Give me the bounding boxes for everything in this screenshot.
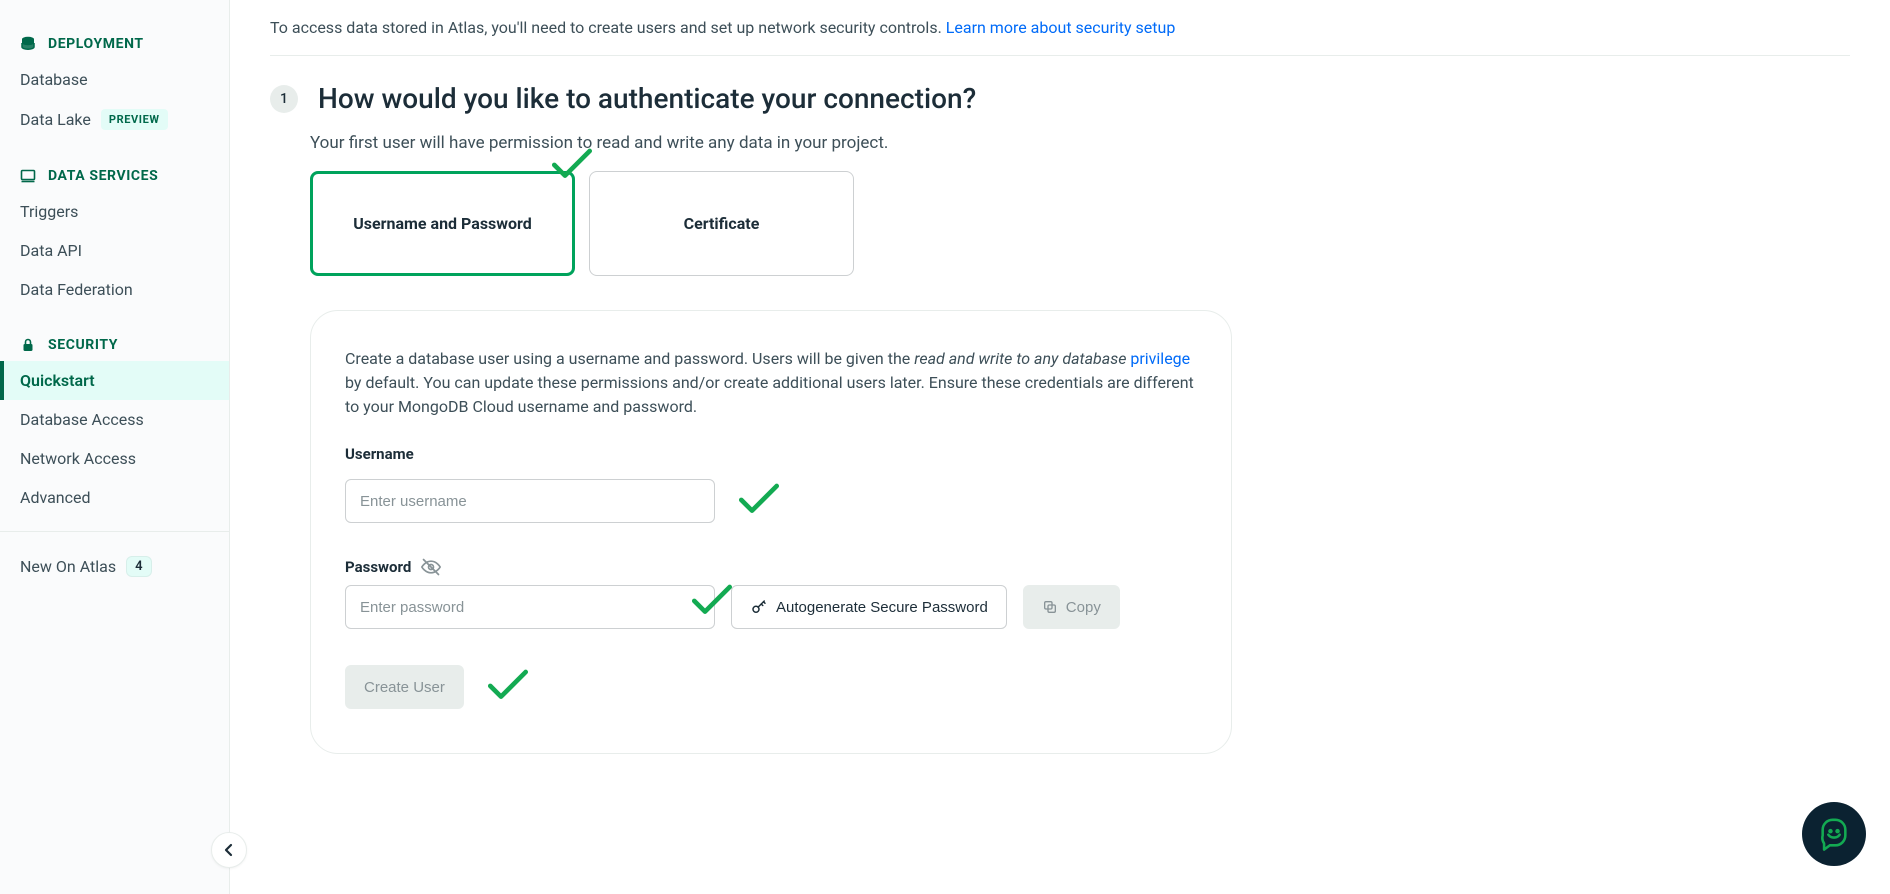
lock-icon [20,337,36,353]
nav-label: Data Federation [20,280,133,299]
chat-button[interactable] [1802,802,1866,866]
auth-option-certificate[interactable]: Certificate [589,171,854,276]
chevron-left-icon [221,842,237,858]
sidebar-item-quickstart[interactable]: Quickstart [0,361,229,400]
form-intro: Create a database user using a username … [345,347,1197,419]
auth-option-label: Username and Password [353,214,532,233]
auth-option-username-password[interactable]: Username and Password [310,171,575,276]
key-icon [750,598,768,616]
database-icon [20,36,36,52]
step-subtitle: Your first user will have permission to … [310,133,1850,153]
create-user-card: Create a database user using a username … [310,310,1232,754]
sidebar-item-triggers[interactable]: Triggers [0,192,229,231]
form-intro-part1: Create a database user using a username … [345,349,914,368]
sidebar-item-advanced[interactable]: Advanced [0,478,229,517]
privilege-link[interactable]: privilege [1130,349,1190,368]
section-label: DEPLOYMENT [48,36,144,52]
step-number: 1 [270,85,298,113]
autogenerate-label: Autogenerate Secure Password [776,599,988,616]
intro-text: To access data stored in Atlas, you'll n… [270,0,1850,56]
checkmark-icon [731,471,787,531]
sidebar-item-data-api[interactable]: Data API [0,231,229,270]
create-user-label: Create User [364,679,445,696]
step-title: How would you like to authenticate your … [318,82,976,115]
screen-icon [20,168,36,184]
nav-label: Database Access [20,410,144,429]
form-intro-part2: by default. You can update these permiss… [345,373,1194,416]
nav-label: Data API [20,241,82,260]
count-badge: 4 [126,556,151,577]
sidebar-item-new-on-atlas[interactable]: New On Atlas 4 [0,546,229,587]
sidebar-section-deployment: DEPLOYMENT [0,28,229,60]
intro-body: To access data stored in Atlas, you'll n… [270,18,946,37]
username-label: Username [345,445,1197,463]
chat-icon [1817,817,1851,851]
sidebar-item-data-lake[interactable]: Data Lake PREVIEW [0,99,229,140]
sidebar-section-data-services: DATA SERVICES [0,160,229,192]
form-intro-italic: read and write to any database [914,349,1130,368]
copy-icon [1042,599,1058,615]
preview-badge: PREVIEW [101,109,168,130]
section-label: SECURITY [48,337,118,353]
password-label-row: Password [345,557,1197,577]
auth-options: Username and Password Certificate [310,171,1850,276]
checkmark-icon [480,657,536,717]
copy-label: Copy [1066,599,1101,616]
username-input[interactable] [345,479,715,523]
nav-label: Quickstart [20,371,95,390]
password-input[interactable] [345,585,715,629]
auth-option-label: Certificate [684,214,760,233]
collapse-sidebar-button[interactable] [211,832,247,868]
sidebar-section-security: SECURITY [0,329,229,361]
main-content: To access data stored in Atlas, you'll n… [230,0,1890,894]
nav-label: Advanced [20,488,91,507]
autogenerate-password-button[interactable]: Autogenerate Secure Password [731,585,1007,629]
password-label: Password [345,558,411,576]
eye-off-icon[interactable] [421,557,441,577]
nav-label: Network Access [20,449,136,468]
sidebar: DEPLOYMENT Database Data Lake PREVIEW DA… [0,0,230,894]
sidebar-item-network-access[interactable]: Network Access [0,439,229,478]
sidebar-item-database[interactable]: Database [0,60,229,99]
nav-label: New On Atlas [20,557,116,576]
nav-label: Database [20,70,88,89]
sidebar-item-data-federation[interactable]: Data Federation [0,270,229,309]
nav-label: Triggers [20,202,78,221]
sidebar-item-database-access[interactable]: Database Access [0,400,229,439]
nav-label: Data Lake [20,110,91,129]
copy-button[interactable]: Copy [1023,585,1120,629]
create-user-button[interactable]: Create User [345,665,464,709]
learn-more-link[interactable]: Learn more about security setup [946,18,1176,37]
section-label: DATA SERVICES [48,168,158,184]
